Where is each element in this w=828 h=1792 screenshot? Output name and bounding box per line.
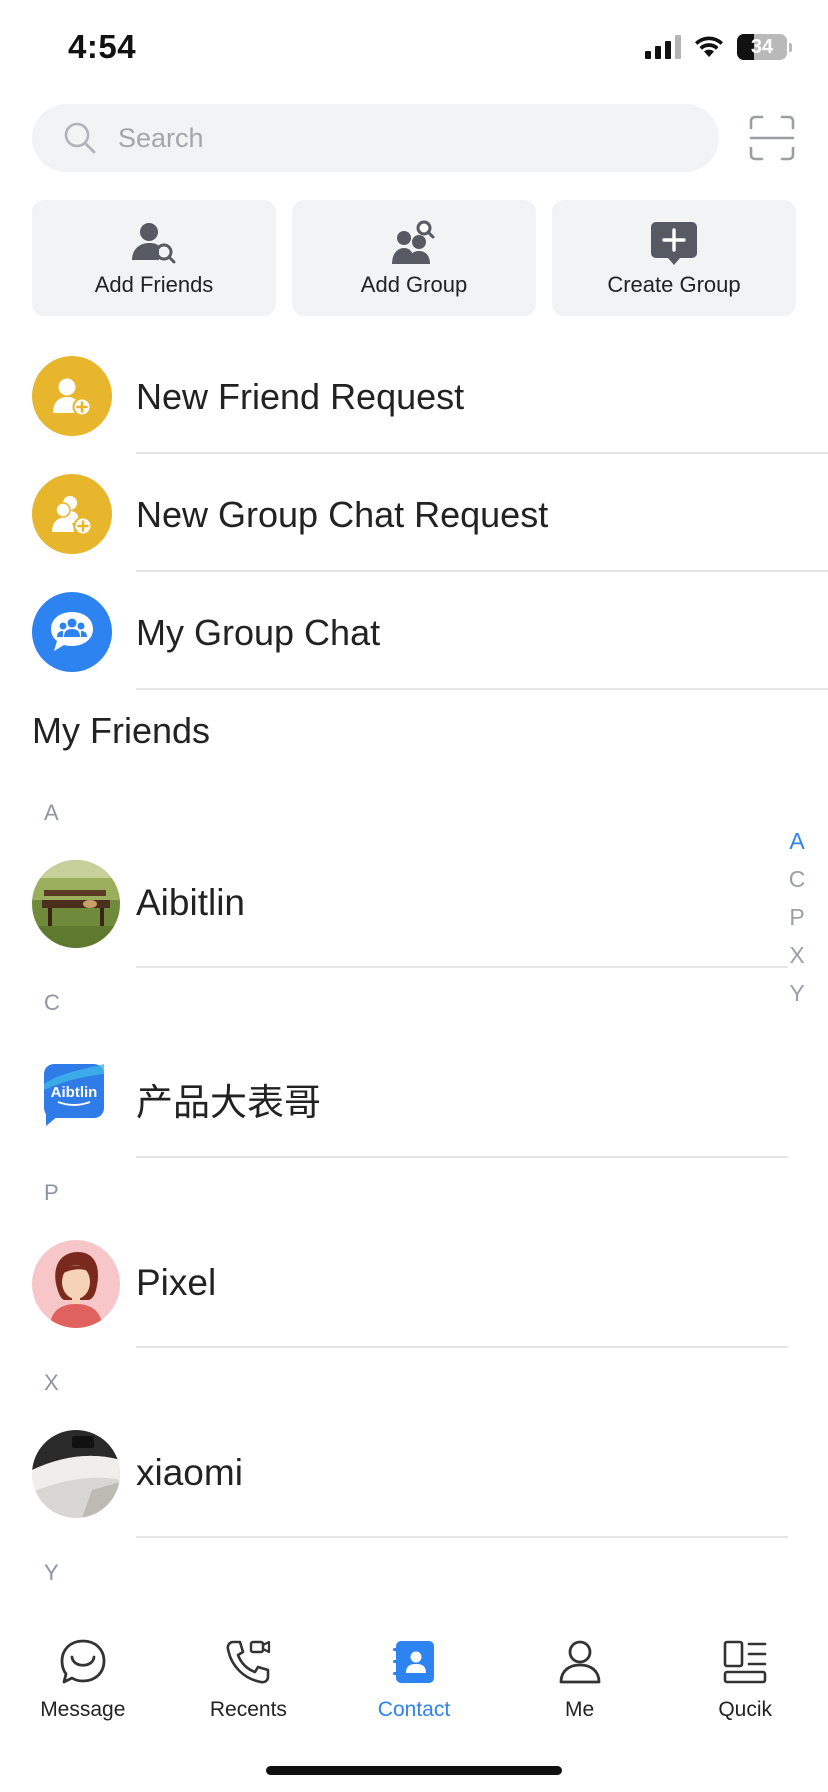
aibtlin-logo-text: Aibtlin	[51, 1084, 98, 1101]
scan-icon[interactable]	[748, 114, 796, 162]
contact-name: Aibitlin	[136, 882, 245, 923]
group-request-icon	[32, 474, 112, 554]
message-icon	[60, 1639, 106, 1684]
tab-bar: Message Recents Contact Me Qucik	[0, 1620, 828, 1740]
add-group-button[interactable]: Add Group	[292, 200, 536, 316]
alphabet-index-bar[interactable]: A C P X Y	[782, 822, 812, 1012]
divider	[136, 688, 828, 690]
tab-recents-label: Recents	[209, 1698, 287, 1721]
index-letter-x[interactable]: X	[789, 936, 804, 974]
contact-row-pixel[interactable]: Pixel	[0, 1218, 828, 1348]
new-group-chat-request-label: New Group Chat Request	[136, 494, 549, 535]
status-bar: 4:54 34	[0, 0, 828, 100]
index-letter-a[interactable]: A	[789, 822, 804, 860]
battery-icon: 34	[737, 34, 787, 60]
wifi-icon	[695, 36, 723, 57]
letter-header-y: Y	[44, 1560, 59, 1585]
home-indicator[interactable]	[266, 1766, 562, 1775]
battery-cap	[789, 42, 792, 52]
avatar	[32, 1430, 120, 1518]
contact-name: 产品大表哥	[136, 1082, 321, 1123]
tab-quick-label: Qucik	[718, 1698, 773, 1721]
search-placeholder: Search	[118, 123, 204, 153]
add-group-label: Add Group	[360, 272, 468, 297]
create-group-button[interactable]: Create Group	[552, 200, 796, 316]
index-letter-p[interactable]: P	[789, 898, 804, 936]
avatar	[32, 860, 120, 948]
contact-name: xiaomi	[136, 1452, 243, 1493]
tab-message[interactable]: Message	[0, 1620, 166, 1740]
tab-message-label: Message	[40, 1698, 126, 1721]
my-group-chat-label: My Group Chat	[136, 612, 381, 653]
contact-row-aibitlin[interactable]: Aibitlin	[0, 838, 828, 968]
contact-row-xiaomi[interactable]: xiaomi	[0, 1408, 828, 1538]
tab-quick[interactable]: Qucik	[662, 1620, 828, 1740]
contact-row-chanpin[interactable]: Aibtlin 产品大表哥	[0, 1028, 828, 1158]
search-icon	[64, 122, 96, 154]
add-friend-icon	[132, 223, 176, 264]
my-friends-heading: My Friends	[32, 710, 211, 751]
avatar: Aibtlin	[32, 1050, 120, 1138]
quick-actions: Add Friends Add Group Create Group	[32, 200, 796, 316]
divider	[136, 1156, 788, 1158]
divider	[136, 1536, 788, 1538]
phone-video-icon	[226, 1640, 271, 1684]
add-friends-label: Add Friends	[94, 272, 214, 297]
new-friend-request-row[interactable]: New Friend Request	[0, 336, 828, 454]
create-group-icon	[651, 222, 697, 265]
index-letter-c[interactable]: C	[789, 860, 806, 898]
my-group-chat-row[interactable]: My Group Chat	[0, 572, 828, 690]
tab-recents[interactable]: Recents	[166, 1620, 332, 1740]
add-friends-button[interactable]: Add Friends	[32, 200, 276, 316]
letter-header-c: C	[44, 990, 60, 1015]
new-group-chat-request-row[interactable]: New Group Chat Request	[0, 454, 828, 572]
tab-contact[interactable]: Contact	[331, 1620, 497, 1740]
divider	[136, 1346, 788, 1348]
letter-header-a: A	[44, 800, 59, 825]
tab-me[interactable]: Me	[497, 1620, 663, 1740]
person-icon	[559, 1640, 600, 1684]
letter-header-p: P	[44, 1180, 59, 1205]
friend-request-icon	[32, 356, 112, 436]
divider	[136, 966, 788, 968]
add-group-icon	[392, 220, 435, 264]
battery-percent: 34	[750, 35, 774, 58]
status-icons: 34	[645, 34, 792, 60]
letter-header-x: X	[44, 1370, 59, 1395]
avatar	[32, 1240, 120, 1328]
search-input[interactable]: Search	[32, 104, 719, 172]
status-time: 4:54	[68, 28, 137, 65]
create-group-label: Create Group	[607, 272, 741, 297]
contact-book-icon	[392, 1641, 434, 1683]
tab-me-label: Me	[564, 1698, 595, 1721]
contact-name: Pixel	[136, 1262, 217, 1303]
cellular-signal-icon	[645, 35, 681, 59]
quick-grid-icon	[723, 1640, 767, 1684]
tab-contact-label: Contact	[377, 1698, 451, 1721]
new-friend-request-label: New Friend Request	[136, 376, 465, 417]
group-chat-icon	[32, 592, 112, 672]
index-letter-y[interactable]: Y	[789, 974, 804, 1012]
